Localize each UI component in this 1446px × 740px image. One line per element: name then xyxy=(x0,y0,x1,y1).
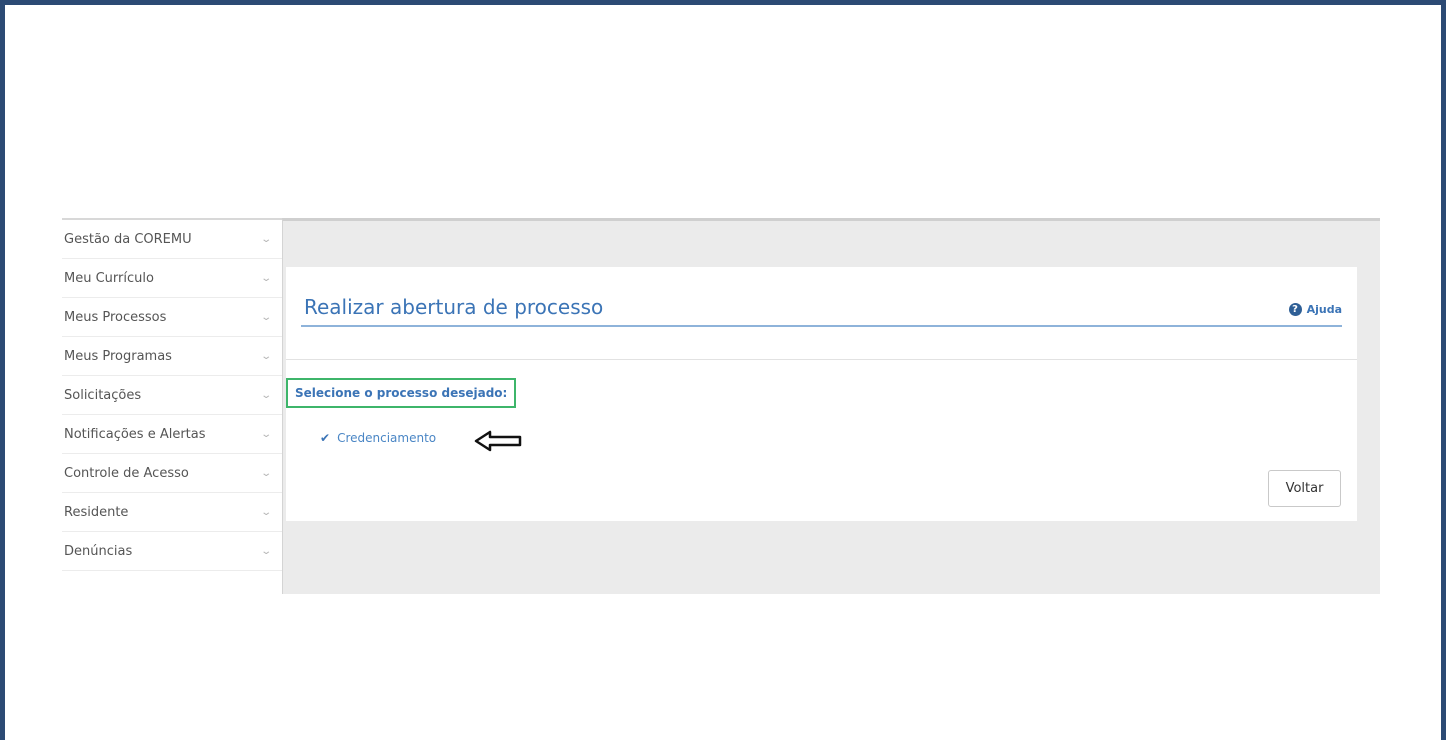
chevron-down-icon: ⌄ xyxy=(259,311,272,323)
sidebar-item-label: Controle de Acesso xyxy=(64,465,189,481)
chevron-down-icon: ⌄ xyxy=(259,350,272,362)
sidebar-item-residente[interactable]: Residente ⌄ xyxy=(62,493,282,532)
chevron-down-icon: ⌄ xyxy=(259,233,272,245)
sidebar-item-label: Solicitações xyxy=(64,387,142,403)
sidebar-item-label: Meus Processos xyxy=(64,309,167,325)
select-process-label: Selecione o processo desejado: xyxy=(286,378,517,408)
chevron-down-icon: ⌄ xyxy=(259,506,272,518)
check-icon: ✔ xyxy=(320,431,331,445)
chevron-down-icon: ⌄ xyxy=(259,389,272,401)
sidebar-item-gestao-coremu[interactable]: Gestão da COREMU ⌄ xyxy=(62,220,282,259)
sidebar-item-label: Residente xyxy=(64,504,129,520)
panel-header: Realizar abertura de processo ? Ajuda xyxy=(301,283,1342,327)
help-link[interactable]: ? Ajuda xyxy=(1288,303,1342,316)
sidebar-item-solicitacoes[interactable]: Solicitações ⌄ xyxy=(62,376,282,415)
sidebar-item-controle-acesso[interactable]: Controle de Acesso ⌄ xyxy=(62,454,282,493)
process-option-label: Credenciamento xyxy=(337,431,437,445)
page-title: Realizar abertura de processo xyxy=(304,295,604,319)
sidebar-item-label: Meus Programas xyxy=(64,348,172,364)
sidebar-item-label: Denúncias xyxy=(64,543,133,559)
app-window: Gestão da COREMU ⌄ Meu Currículo ⌄ Meus … xyxy=(62,218,1380,596)
divider xyxy=(286,359,1357,360)
chevron-down-icon: ⌄ xyxy=(259,467,272,479)
sidebar-item-label: Notificações e Alertas xyxy=(64,426,206,442)
sidebar-item-label: Meu Currículo xyxy=(64,270,154,286)
left-arrow-icon xyxy=(474,430,522,452)
sidebar-item-meu-curriculo[interactable]: Meu Currículo ⌄ xyxy=(62,259,282,298)
chevron-down-icon: ⌄ xyxy=(259,545,272,557)
process-panel: Realizar abertura de processo ? Ajuda Se… xyxy=(286,267,1357,521)
question-circle-icon: ? xyxy=(1288,303,1302,316)
sidebar-item-meus-processos[interactable]: Meus Processos ⌄ xyxy=(62,298,282,337)
sidebar: Gestão da COREMU ⌄ Meu Currículo ⌄ Meus … xyxy=(62,218,282,596)
process-option-credenciamento[interactable]: ✔ Credenciamento xyxy=(320,431,436,445)
sidebar-item-denuncias[interactable]: Denúncias ⌄ xyxy=(62,532,282,571)
chevron-down-icon: ⌄ xyxy=(259,428,272,440)
back-button[interactable]: Voltar xyxy=(1268,470,1341,507)
main-content: Realizar abertura de processo ? Ajuda Se… xyxy=(282,218,1380,594)
sidebar-item-meus-programas[interactable]: Meus Programas ⌄ xyxy=(62,337,282,376)
sidebar-item-notificacoes[interactable]: Notificações e Alertas ⌄ xyxy=(62,415,282,454)
chevron-down-icon: ⌄ xyxy=(259,272,272,284)
sidebar-item-label: Gestão da COREMU xyxy=(64,231,192,247)
help-label: Ajuda xyxy=(1306,303,1342,316)
